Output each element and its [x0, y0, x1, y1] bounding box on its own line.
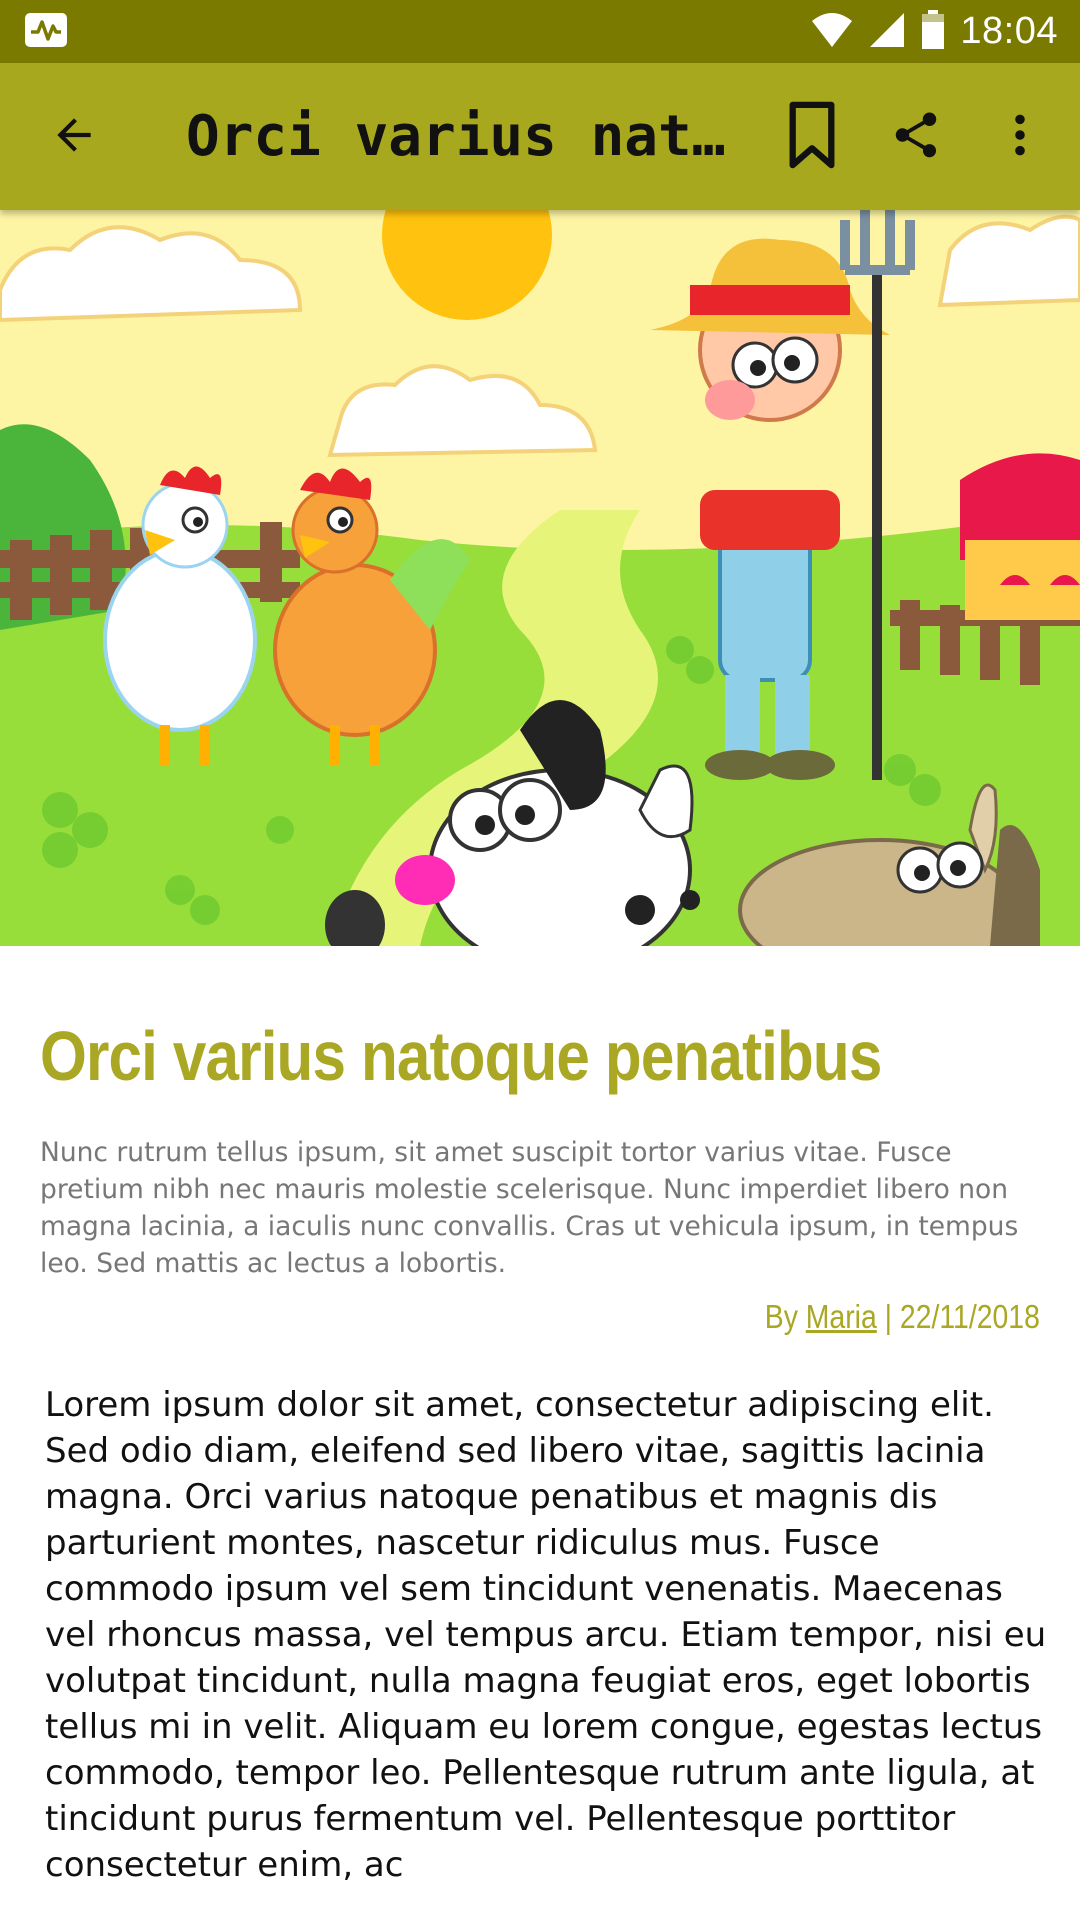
wifi-icon	[810, 11, 854, 53]
byline-prefix: By	[764, 1298, 799, 1335]
byline-separator: |	[884, 1298, 893, 1335]
article-byline: By Maria | 22/11/2018	[765, 1298, 1040, 1336]
activity-icon	[24, 12, 68, 52]
bookmark-button[interactable]	[760, 85, 864, 189]
author-link[interactable]: Maria	[806, 1298, 877, 1335]
signal-icon	[868, 11, 906, 53]
article-summary: Nunc rutrum tellus ipsum, sit amet susci…	[40, 1137, 1019, 1279]
share-icon	[889, 108, 943, 166]
status-bar: 18:04	[0, 0, 1080, 63]
status-time: 18:04	[960, 10, 1058, 52]
more-options-button[interactable]	[968, 85, 1072, 189]
back-arrow-icon	[49, 110, 99, 164]
article-date: 22/11/2018	[900, 1298, 1040, 1335]
back-button[interactable]	[22, 85, 126, 189]
article-body: Lorem ipsum dolor sit amet, consectetur …	[45, 1385, 1047, 1885]
bookmark-icon	[783, 100, 841, 174]
more-vert-icon	[995, 110, 1045, 164]
app-bar: Orci varius natoque penatibus	[0, 63, 1080, 210]
share-button[interactable]	[864, 85, 968, 189]
battery-icon	[920, 9, 946, 54]
hero-image	[0, 210, 1080, 946]
app-bar-title: Orci varius natoque penatibus	[186, 104, 750, 169]
article-headline: Orci varius natoque penatibus	[40, 1017, 882, 1095]
